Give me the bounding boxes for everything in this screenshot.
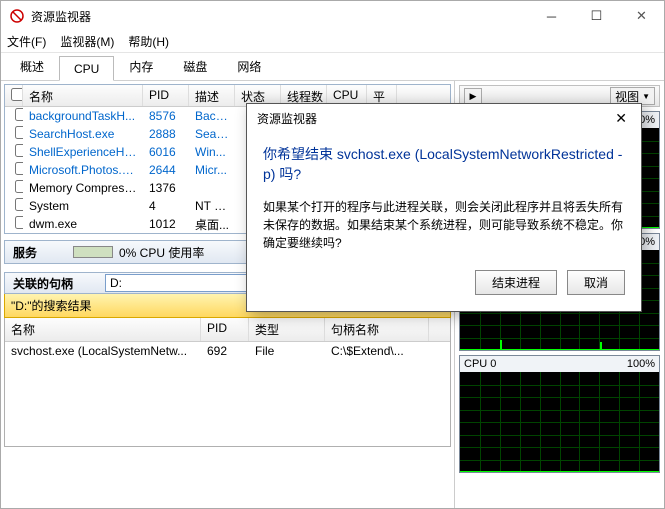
col-name[interactable]: 名称	[23, 85, 143, 106]
proc-desc: Back...	[189, 109, 235, 123]
proc-pid: 2644	[143, 163, 189, 177]
dialog-message: 如果某个打开的程序与此进程关联，则会关闭此程序并且将丢失所有未保存的数据。如果结…	[263, 198, 625, 252]
close-button[interactable]: ✕	[619, 1, 664, 31]
row-checkbox[interactable]	[15, 108, 23, 121]
handle-obj: C:\$Extend\...	[325, 341, 429, 361]
view-label: 视图	[615, 88, 639, 105]
menu-file[interactable]: 文件(F)	[7, 33, 46, 50]
proc-pid: 1012	[143, 217, 189, 231]
services-usage: 0% CPU 使用率	[119, 244, 204, 261]
dialog-close-icon[interactable]: ✕	[611, 110, 631, 127]
window-title: 资源监视器	[31, 8, 529, 25]
hcol-pid[interactable]: PID	[201, 318, 249, 341]
proc-desc: 桌面...	[189, 216, 235, 233]
proc-name: SearchHost.exe	[23, 127, 143, 141]
maximize-button[interactable]: ☐	[574, 1, 619, 31]
handle-pid: 692	[201, 341, 249, 361]
minimize-button[interactable]: ─	[529, 1, 574, 31]
confirm-dialog: 资源监视器 ✕ 你希望结束 svchost.exe (LocalSystemNe…	[246, 103, 642, 312]
handle-row[interactable]: svchost.exe (LocalSystemNetw...692FileC:…	[5, 342, 450, 360]
chevron-down-icon: ▼	[642, 92, 650, 101]
tab-disk[interactable]: 磁盘	[168, 52, 222, 80]
proc-pid: 2888	[143, 127, 189, 141]
graph-pct: 100%	[627, 358, 655, 370]
proc-name: Microsoft.Photos.e...	[23, 163, 143, 177]
cancel-button[interactable]: 取消	[567, 270, 625, 295]
handles-title: 关联的句柄	[13, 275, 105, 292]
proc-pid: 6016	[143, 145, 189, 159]
proc-pid: 4	[143, 199, 189, 213]
graph-title: CPU 0	[464, 358, 496, 370]
app-icon	[9, 8, 25, 24]
proc-desc: Sear...	[189, 127, 235, 141]
row-checkbox[interactable]	[15, 180, 23, 193]
nav-right-button[interactable]: ▶	[464, 88, 482, 104]
hcol-type[interactable]: 类型	[249, 318, 325, 341]
handle-name: svchost.exe (LocalSystemNetw...	[5, 341, 201, 361]
dialog-title: 资源监视器	[257, 110, 611, 127]
menu-monitor[interactable]: 监视器(M)	[60, 33, 114, 50]
proc-pid: 8576	[143, 109, 189, 123]
proc-desc: Micr...	[189, 163, 235, 177]
handles-search-value: D:	[110, 276, 252, 290]
tab-overview[interactable]: 概述	[5, 52, 59, 80]
row-checkbox[interactable]	[15, 126, 23, 139]
tab-strip: 概述 CPU 内存 磁盘 网络	[1, 53, 664, 81]
proc-name: System	[23, 199, 143, 213]
tab-memory[interactable]: 内存	[114, 52, 168, 80]
handle-type: File	[249, 341, 325, 361]
select-all-checkbox[interactable]	[11, 88, 23, 101]
proc-desc: NT K...	[189, 199, 235, 213]
proc-name: ShellExperienceHo...	[23, 145, 143, 159]
proc-desc: Win...	[189, 145, 235, 159]
row-checkbox[interactable]	[15, 144, 23, 157]
services-label: 服务	[13, 244, 73, 261]
row-checkbox[interactable]	[15, 198, 23, 211]
hcol-obj[interactable]: 句柄名称	[325, 318, 429, 341]
proc-name: backgroundTaskH...	[23, 109, 143, 123]
proc-name: Memory Compress...	[23, 181, 143, 195]
dialog-question: 你希望结束 svchost.exe (LocalSystemNetworkRes…	[263, 145, 625, 184]
col-pid[interactable]: PID	[143, 85, 189, 106]
end-process-button[interactable]: 结束进程	[475, 270, 557, 295]
proc-pid: 1376	[143, 181, 189, 195]
row-checkbox[interactable]	[15, 216, 23, 229]
menu-help[interactable]: 帮助(H)	[128, 33, 169, 50]
services-meter	[73, 246, 113, 258]
title-bar: 资源监视器 ─ ☐ ✕	[1, 1, 664, 31]
handles-grid: 名称 PID 类型 句柄名称 svchost.exe (LocalSystemN…	[4, 318, 451, 447]
hcol-name[interactable]: 名称	[5, 318, 201, 341]
tab-network[interactable]: 网络	[222, 52, 276, 80]
row-checkbox[interactable]	[15, 162, 23, 175]
proc-name: dwm.exe	[23, 217, 143, 231]
cpu-graph: CPU 0 100%	[459, 355, 660, 473]
col-desc[interactable]: 描述	[189, 85, 235, 106]
tab-cpu[interactable]: CPU	[59, 56, 114, 81]
menu-bar: 文件(F) 监视器(M) 帮助(H)	[1, 31, 664, 53]
